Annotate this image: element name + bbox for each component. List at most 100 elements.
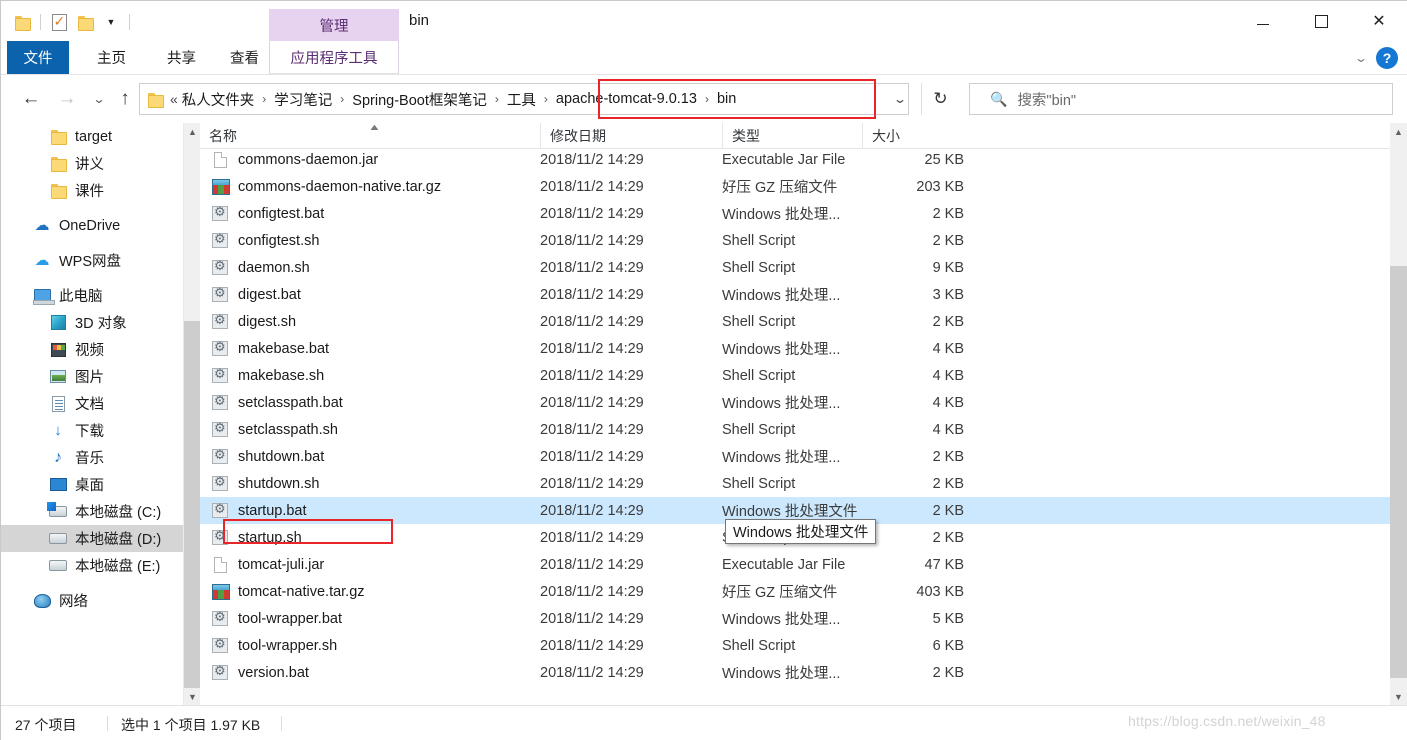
table-row[interactable]: tomcat-native.tar.gz 2018/11/2 14:29 好压 GZ… xyxy=(200,578,1390,605)
file-name-cell[interactable]: configtest.sh xyxy=(200,231,530,250)
forward-button[interactable]: → xyxy=(53,85,81,113)
file-name-cell[interactable]: digest.sh xyxy=(200,312,530,331)
scrollbar-thumb[interactable] xyxy=(1390,266,1407,678)
up-button[interactable]: ↑ xyxy=(111,85,139,113)
breadcrumb-item-5[interactable]: bin xyxy=(715,91,738,107)
help-icon[interactable]: ? xyxy=(1376,46,1398,69)
scroll-down-icon[interactable]: ▼ xyxy=(1390,688,1407,705)
sidebar-scrollbar[interactable]: ▲ ▼ xyxy=(183,123,201,705)
scroll-down-icon[interactable]: ▼ xyxy=(184,688,201,705)
file-name-cell[interactable]: tomcat-juli.jar xyxy=(200,556,530,574)
column-header-name[interactable]: 名称 ▲ xyxy=(200,123,540,148)
sidebar-item-0[interactable]: target xyxy=(1,123,183,150)
table-row[interactable]: shutdown.bat 2018/11/2 14:29 Windows 批处理..… xyxy=(200,443,1390,470)
minimize-button[interactable] xyxy=(1234,1,1292,41)
sidebar-item-11[interactable]: ♪ 音乐 xyxy=(1,444,183,471)
sidebar-item-2[interactable]: 课件 xyxy=(1,177,183,204)
search-input[interactable]: 🔍 搜索"bin" xyxy=(969,83,1393,115)
breadcrumb-separator[interactable]: › xyxy=(262,92,266,106)
table-row[interactable]: commons-daemon.jar 2018/11/2 14:29 Executa… xyxy=(200,146,1390,173)
file-name-cell[interactable]: version.bat xyxy=(200,663,530,682)
breadcrumb-item-0[interactable]: 私人文件夹 xyxy=(180,89,257,110)
file-name-cell[interactable]: commons-daemon-native.tar.gz xyxy=(200,178,530,196)
sidebar-item-5[interactable]: 此电脑 xyxy=(1,282,183,309)
sidebar-item-16[interactable]: 网络 xyxy=(1,587,183,614)
table-row[interactable]: digest.bat 2018/11/2 14:29 Windows 批处理... 3… xyxy=(200,281,1390,308)
sidebar-item-13[interactable]: 本地磁盘 (C:) xyxy=(1,498,183,525)
sidebar-item-4[interactable]: ☁ WPS网盘 xyxy=(1,247,183,274)
file-name-cell[interactable]: tool-wrapper.bat xyxy=(200,609,530,628)
file-name-cell[interactable]: setclasspath.sh xyxy=(200,420,530,439)
table-row[interactable]: commons-daemon-native.tar.gz 2018/11/2 14… xyxy=(200,173,1390,200)
maximize-button[interactable] xyxy=(1292,1,1350,41)
breadcrumb-separator[interactable]: › xyxy=(340,92,344,106)
sidebar-item-6[interactable]: 3D 对象 xyxy=(1,309,183,336)
scrollbar-thumb[interactable] xyxy=(184,321,201,688)
table-row[interactable]: makebase.bat 2018/11/2 14:29 Windows 批处理..… xyxy=(200,335,1390,362)
table-row[interactable]: tool-wrapper.bat 2018/11/2 14:29 Windows 批… xyxy=(200,605,1390,632)
sidebar-item-3[interactable]: ☁ OneDrive xyxy=(1,212,183,239)
tab-file[interactable]: 文件 xyxy=(7,41,69,74)
file-name-cell[interactable]: commons-daemon.jar xyxy=(200,151,530,169)
table-row[interactable]: shutdown.sh 2018/11/2 14:29 Shell Script 2 … xyxy=(200,470,1390,497)
breadcrumb-overflow-icon[interactable]: « xyxy=(170,91,178,107)
table-row[interactable]: daemon.sh 2018/11/2 14:29 Shell Script 9 KB xyxy=(200,254,1390,281)
column-header-date[interactable]: 修改日期 xyxy=(540,123,722,148)
sidebar-item-7[interactable]: 视频 xyxy=(1,336,183,363)
file-name-cell[interactable]: setclasspath.bat xyxy=(200,393,530,412)
file-name-cell[interactable]: tool-wrapper.sh xyxy=(200,636,530,655)
column-header-type[interactable]: 类型 xyxy=(722,123,862,148)
address-bar[interactable]: « 私人文件夹 › 学习笔记 › Spring-Boot框架笔记 › 工具 › … xyxy=(139,83,909,115)
sidebar-item-10[interactable]: ↓ 下载 xyxy=(1,417,183,444)
scroll-up-icon[interactable]: ▲ xyxy=(184,123,201,140)
tab-home[interactable]: 主页 xyxy=(83,41,140,74)
file-name-cell[interactable]: startup.bat xyxy=(200,501,530,520)
table-row[interactable]: makebase.sh 2018/11/2 14:29 Shell Script 4 … xyxy=(200,362,1390,389)
sidebar-item-1[interactable]: 讲义 xyxy=(1,150,183,177)
file-name-cell[interactable]: digest.bat xyxy=(200,285,530,304)
table-row[interactable]: tomcat-juli.jar 2018/11/2 14:29 Executable… xyxy=(200,551,1390,578)
folder-icon[interactable] xyxy=(9,9,35,35)
tab-view[interactable]: 查看 xyxy=(216,41,273,74)
chevron-down-icon[interactable]: ⌄ xyxy=(1354,51,1368,65)
table-row[interactable]: setclasspath.sh 2018/11/2 14:29 Shell Scri… xyxy=(200,416,1390,443)
breadcrumb-item-1[interactable]: 学习笔记 xyxy=(272,89,334,110)
sidebar-item-8[interactable]: 图片 xyxy=(1,363,183,390)
table-row[interactable]: setclasspath.bat 2018/11/2 14:29 Windows 批… xyxy=(200,389,1390,416)
sidebar-item-12[interactable]: 桌面 xyxy=(1,471,183,498)
table-row[interactable]: configtest.sh 2018/11/2 14:29 Shell Script… xyxy=(200,227,1390,254)
address-dropdown-icon[interactable]: ⌄ xyxy=(873,84,926,114)
back-button[interactable]: ← xyxy=(17,85,45,113)
file-name-cell[interactable]: makebase.sh xyxy=(200,366,530,385)
table-row[interactable]: version.bat 2018/11/2 14:29 Windows 批处理...… xyxy=(200,659,1390,686)
breadcrumb-separator[interactable]: › xyxy=(544,92,548,106)
file-name-cell[interactable]: shutdown.bat xyxy=(200,447,530,466)
scroll-up-icon[interactable]: ▲ xyxy=(1390,123,1407,140)
file-name-cell[interactable]: configtest.bat xyxy=(200,204,530,223)
tab-share[interactable]: 共享 xyxy=(153,41,210,74)
file-name-cell[interactable]: makebase.bat xyxy=(200,339,530,358)
file-list-scrollbar[interactable]: ▲ ▼ xyxy=(1390,123,1407,705)
new-folder-icon[interactable] xyxy=(72,9,98,35)
tab-application-tools[interactable]: 应用程序工具 xyxy=(269,41,399,74)
column-header-size[interactable]: 大小 xyxy=(862,123,964,148)
breadcrumb-separator[interactable]: › xyxy=(495,92,499,106)
close-button[interactable] xyxy=(1350,1,1407,41)
breadcrumb-item-4[interactable]: apache-tomcat-9.0.13 xyxy=(554,91,699,107)
sidebar-item-14[interactable]: 本地磁盘 (D:) xyxy=(1,525,183,552)
breadcrumb-separator[interactable]: › xyxy=(705,92,709,106)
file-name-cell[interactable]: shutdown.sh xyxy=(200,474,530,493)
sidebar-item-15[interactable]: 本地磁盘 (E:) xyxy=(1,552,183,579)
table-row[interactable]: configtest.bat 2018/11/2 14:29 Windows 批处理… xyxy=(200,200,1390,227)
table-row[interactable]: digest.sh 2018/11/2 14:29 Shell Script 2 KB xyxy=(200,308,1390,335)
breadcrumb-item-3[interactable]: 工具 xyxy=(505,89,538,110)
file-name-cell[interactable]: tomcat-native.tar.gz xyxy=(200,583,530,601)
sidebar-item-9[interactable]: 文档 xyxy=(1,390,183,417)
chevron-down-icon[interactable]: ▼ xyxy=(98,9,124,35)
table-row[interactable]: tool-wrapper.sh 2018/11/2 14:29 Shell Scri… xyxy=(200,632,1390,659)
properties-icon[interactable] xyxy=(46,9,72,35)
file-name-cell[interactable]: startup.sh xyxy=(200,528,530,547)
breadcrumb-item-2[interactable]: Spring-Boot框架笔记 xyxy=(350,89,489,110)
file-name-cell[interactable]: daemon.sh xyxy=(200,258,530,277)
refresh-icon[interactable]: ↻ xyxy=(921,83,959,115)
